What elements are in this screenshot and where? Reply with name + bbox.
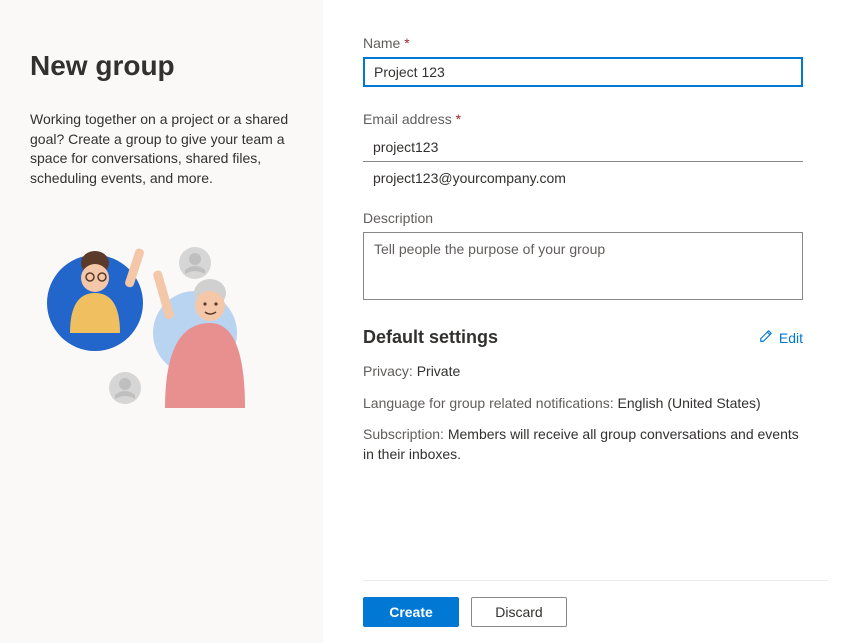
email-field-group: Email address * project123@yourcompany.c… [363, 111, 828, 186]
name-field-group: Name * [363, 35, 828, 87]
footer: Create Discard [363, 580, 828, 643]
setting-subscription: Subscription: Members will receive all g… [363, 425, 803, 464]
illustration [35, 238, 245, 418]
settings-header: Default settings Edit [363, 327, 803, 348]
required-indicator: * [456, 111, 461, 127]
email-label: Email address * [363, 111, 828, 127]
page-description: Working together on a project or a share… [30, 110, 293, 188]
name-label: Name * [363, 35, 828, 51]
email-input[interactable] [363, 133, 803, 162]
right-panel: Name * Email address * project123@yourco… [323, 0, 868, 643]
email-resolved: project123@yourcompany.com [363, 162, 828, 186]
name-input[interactable] [363, 57, 803, 87]
description-input[interactable] [363, 232, 803, 300]
form-area: Name * Email address * project123@yourco… [363, 35, 828, 580]
setting-privacy: Privacy: Private [363, 362, 803, 382]
page-title: New group [30, 50, 293, 82]
required-indicator: * [404, 35, 409, 51]
left-panel: New group Working together on a project … [0, 0, 323, 643]
setting-language: Language for group related notifications… [363, 394, 803, 414]
edit-label: Edit [779, 330, 803, 346]
edit-button[interactable]: Edit [759, 329, 803, 346]
description-field-group: Description [363, 210, 828, 303]
settings-title: Default settings [363, 327, 498, 348]
create-button[interactable]: Create [363, 597, 459, 627]
discard-button[interactable]: Discard [471, 597, 567, 627]
description-label: Description [363, 210, 828, 226]
pencil-icon [759, 329, 773, 346]
